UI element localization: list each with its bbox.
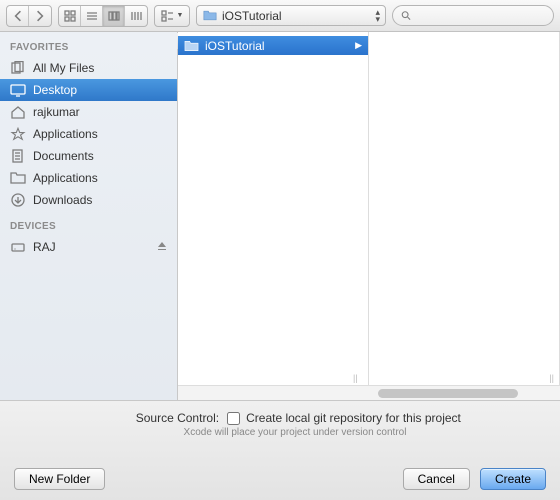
bottom-panel: Source Control: Create local git reposit… <box>0 400 560 500</box>
source-control-hint: Xcode will place your project under vers… <box>44 427 546 438</box>
sidebar-item-home[interactable]: rajkumar <box>0 101 177 123</box>
list-view-button[interactable] <box>81 6 103 26</box>
nav-buttons <box>6 5 52 27</box>
sidebar-item-label: Documents <box>33 149 94 163</box>
sidebar-item-all-my-files[interactable]: All My Files <box>0 57 177 79</box>
column-item[interactable]: iOSTutorial ▶ <box>178 36 368 55</box>
git-checkbox-text: Create local git repository for this pro… <box>246 411 461 425</box>
sidebar-item-applications[interactable]: Applications <box>0 123 177 145</box>
downloads-icon <box>10 193 26 207</box>
sidebar-item-desktop[interactable]: Desktop <box>0 79 177 101</box>
sidebar-section-devices: DEVICES <box>0 217 177 236</box>
view-mode-buttons <box>58 5 148 27</box>
sidebar-item-label: All My Files <box>33 61 94 75</box>
desktop-icon <box>10 83 26 97</box>
sidebar-item-label: Desktop <box>33 83 77 97</box>
path-popup[interactable]: iOSTutorial ▴▾ <box>196 5 386 26</box>
popup-arrows-icon: ▴▾ <box>375 9 380 23</box>
folder-icon <box>184 40 199 52</box>
applications-icon <box>10 127 26 141</box>
source-control-label: Source Control: <box>99 411 219 425</box>
forward-button[interactable] <box>29 6 51 26</box>
documents-icon <box>10 149 26 163</box>
icon-view-button[interactable] <box>59 6 81 26</box>
toolbar: ▼ iOSTutorial ▴▾ <box>0 0 560 32</box>
column-view-button[interactable] <box>103 6 125 26</box>
sidebar-item-label: RAJ <box>33 240 56 254</box>
source-control-row: Source Control: Create local git reposit… <box>14 411 546 425</box>
column-resize-handle[interactable]: || <box>353 373 358 385</box>
scrollbar-thumb[interactable] <box>378 389 518 398</box>
sidebar-item-label: Downloads <box>33 193 92 207</box>
column-resize-handle[interactable]: || <box>549 373 554 385</box>
sidebar-item-label: rajkumar <box>33 105 80 119</box>
home-icon <box>10 105 26 119</box>
arrange-button[interactable]: ▼ <box>155 6 189 26</box>
sidebar-item-label: Applications <box>33 171 98 185</box>
sidebar-item-downloads[interactable]: Downloads <box>0 189 177 211</box>
column-1[interactable]: iOSTutorial ▶ || <box>178 32 369 385</box>
git-checkbox-label[interactable]: Create local git repository for this pro… <box>227 411 461 425</box>
search-input[interactable] <box>415 10 545 22</box>
sidebar-item-applications-folder[interactable]: Applications <box>0 167 177 189</box>
horizontal-scrollbar[interactable] <box>178 385 560 400</box>
arrange-button-group: ▼ <box>154 5 190 27</box>
all-files-icon <box>10 61 26 75</box>
action-row: New Folder Cancel Create <box>14 468 546 490</box>
new-folder-button[interactable]: New Folder <box>14 468 105 490</box>
search-field[interactable] <box>392 5 554 26</box>
sidebar-section-favorites: FAVORITES <box>0 38 177 57</box>
search-icon <box>401 10 411 21</box>
disk-icon <box>10 240 26 254</box>
column-2[interactable]: || <box>369 32 560 385</box>
back-button[interactable] <box>7 6 29 26</box>
folder-icon <box>10 171 26 185</box>
sidebar-item-disk[interactable]: RAJ <box>0 236 177 258</box>
coverflow-view-button[interactable] <box>125 6 147 26</box>
create-button[interactable]: Create <box>480 468 546 490</box>
column-browser: iOSTutorial ▶ || || <box>178 32 560 385</box>
chevron-right-icon: ▶ <box>355 40 362 51</box>
folder-icon <box>203 10 217 21</box>
cancel-button[interactable]: Cancel <box>403 468 470 490</box>
eject-icon[interactable] <box>157 240 167 254</box>
main-area: ▶ FAVORITES All My Files Desktop rajkuma… <box>0 32 560 400</box>
git-checkbox[interactable] <box>227 412 240 425</box>
column-item-label: iOSTutorial <box>205 39 265 53</box>
path-label: iOSTutorial <box>222 9 282 23</box>
sidebar-item-documents[interactable]: Documents <box>0 145 177 167</box>
sidebar-item-label: Applications <box>33 127 98 141</box>
sidebar: ▶ FAVORITES All My Files Desktop rajkuma… <box>0 32 178 400</box>
